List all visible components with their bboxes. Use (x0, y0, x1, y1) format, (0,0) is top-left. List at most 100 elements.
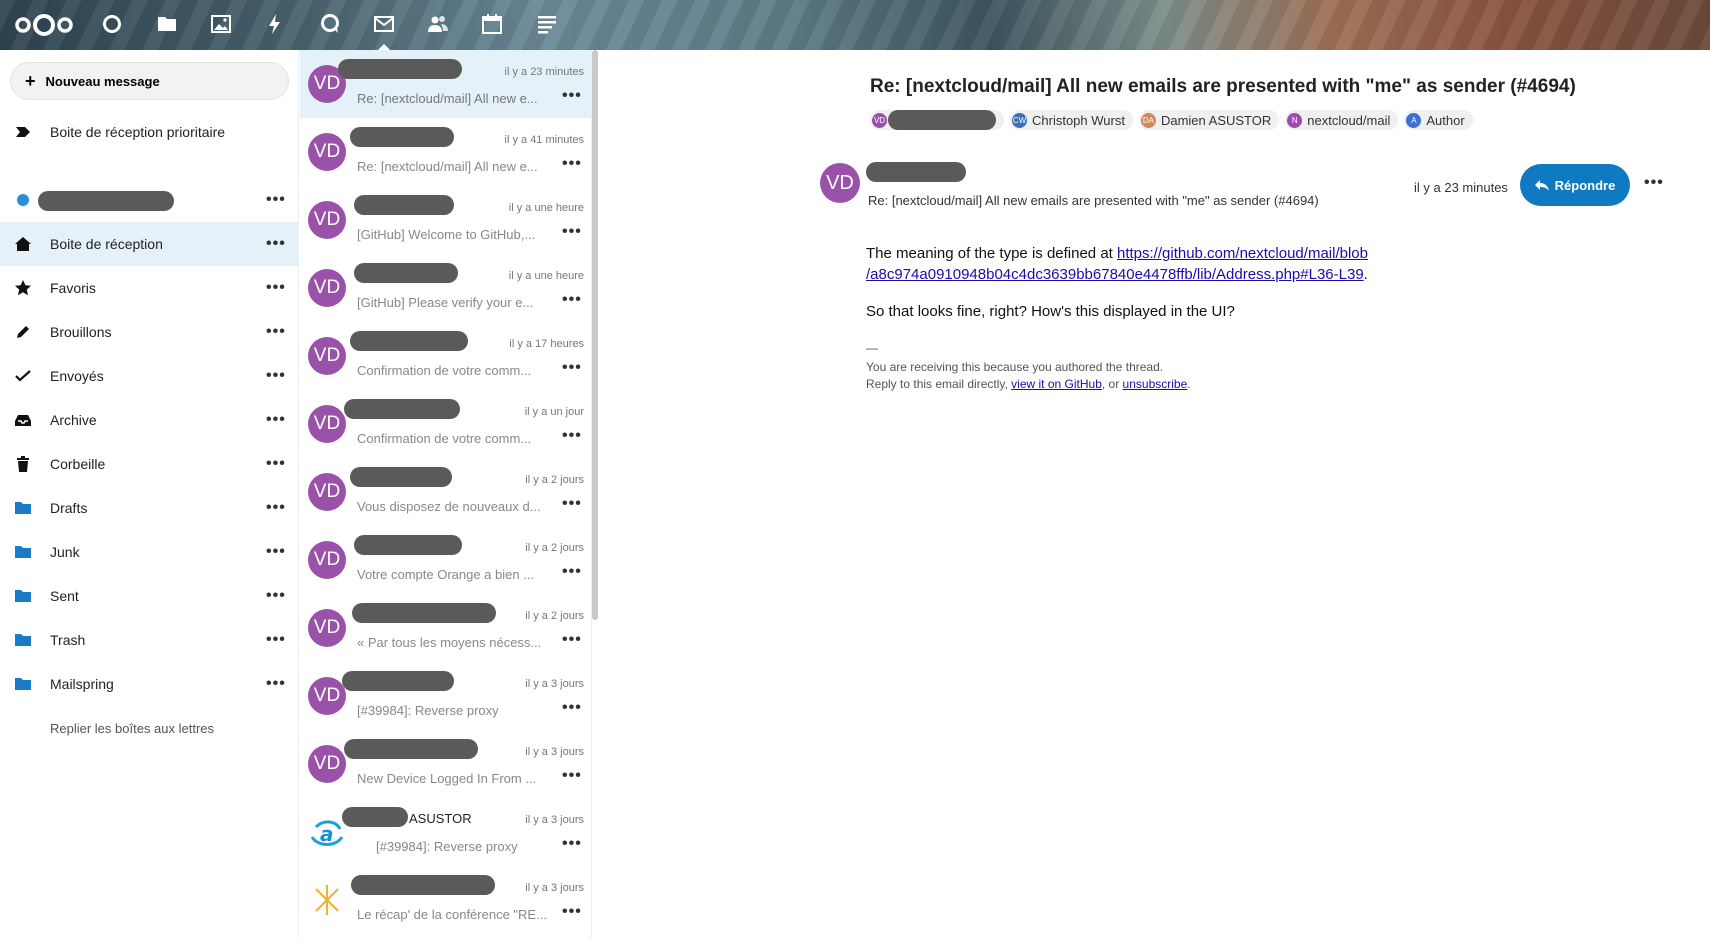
nav-item-trash[interactable]: Trash ••• (0, 618, 299, 662)
unsubscribe-link[interactable]: unsubscribe (1123, 377, 1188, 391)
nav-item-more-button[interactable]: ••• (266, 499, 286, 517)
new-message-button[interactable]: + Nouveau message (10, 62, 289, 100)
message-list-item[interactable]: VD il y a 41 minutes Re: [nextcloud/mail… (300, 118, 591, 186)
nav-item-more-button[interactable]: ••• (266, 367, 286, 385)
reply-button[interactable]: Répondre (1520, 164, 1630, 206)
nav-item-sent[interactable]: Sent ••• (0, 574, 299, 618)
talk-icon[interactable] (318, 12, 342, 36)
participant-chip[interactable]: DA Damien ASUSTOR (1138, 110, 1280, 130)
message-list-item[interactable]: a ASUSTOR il y a 3 jours [#39984]: Rever… (300, 798, 591, 866)
contacts-icon[interactable] (426, 12, 450, 36)
message-time: il y a 41 minutes (504, 134, 584, 146)
account-row[interactable]: ••• (0, 178, 299, 222)
message-time: il y a 3 jours (525, 678, 584, 690)
nav-item-more-button[interactable]: ••• (266, 675, 286, 693)
message-subject: Vous disposez de nouveaux d... (357, 499, 541, 514)
message-more-button[interactable]: ••• (562, 223, 582, 241)
message-more-button[interactable]: ••• (562, 427, 582, 445)
nav-item-priority-inbox[interactable]: Boite de réception prioritaire (0, 110, 299, 154)
message-list-item[interactable]: VD il y a 2 jours « Par tous les moyens … (300, 594, 591, 662)
sender-name-redacted (352, 603, 496, 623)
nav-item-archive[interactable]: Archive ••• (0, 398, 299, 442)
folder-icon (14, 587, 32, 605)
account-more-button[interactable]: ••• (266, 191, 286, 209)
message-more-button[interactable]: ••• (562, 563, 582, 581)
message-time: il y a un jour (524, 406, 584, 418)
notes-icon[interactable] (535, 12, 559, 36)
home-icon (14, 235, 32, 253)
view-on-github-link[interactable]: view it on GitHub (1011, 377, 1102, 391)
message-list-item[interactable]: VD il y a 2 jours Vous disposez de nouve… (300, 458, 591, 526)
nav-item-more-button[interactable]: ••• (266, 411, 286, 429)
message-list-item[interactable]: VD il y a 2 jours Votre compte Orange a … (300, 526, 591, 594)
sender-name-redacted (354, 535, 462, 555)
dashboard-icon[interactable] (100, 12, 124, 36)
footer-line: You are receiving this because you autho… (866, 360, 1164, 374)
message-list-item[interactable]: VD il y a 23 minutes Re: [nextcloud/mail… (300, 50, 591, 118)
message-more-button[interactable]: ••• (562, 87, 582, 105)
signature-dash: — (866, 341, 878, 355)
message-list-scrollbar[interactable] (592, 50, 598, 620)
account-email-redacted (38, 191, 174, 211)
message-list-item[interactable]: VD il y a 3 jours [#39984]: Reverse prox… (300, 662, 591, 730)
nav-item-more-button[interactable]: ••• (266, 235, 286, 253)
message-more-button[interactable]: ••• (562, 767, 582, 785)
nav-item-junk[interactable]: Junk ••• (0, 530, 299, 574)
nav-item-more-button[interactable]: ••• (266, 587, 286, 605)
nav-item-mailspring[interactable]: Mailspring ••• (0, 662, 299, 706)
folder-icon (14, 499, 32, 517)
message-subject: « Par tous les moyens nécess... (357, 635, 542, 650)
activity-icon[interactable] (263, 12, 287, 36)
nav-item-trash-fr[interactable]: Corbeille ••• (0, 442, 299, 486)
message-more-button[interactable]: ••• (562, 699, 582, 717)
message-time: il y a 23 minutes (504, 66, 584, 78)
nav-item-more-button[interactable]: ••• (266, 543, 286, 561)
collapse-mailboxes-button[interactable]: Replier les boîtes aux lettres (0, 706, 299, 750)
message-more-button[interactable]: ••• (562, 291, 582, 309)
message-more-button[interactable]: ••• (562, 903, 582, 921)
participant-chip[interactable]: VD (870, 110, 1004, 130)
message-list-item[interactable]: il y a 3 jours Le récap' de la conférenc… (300, 866, 591, 934)
photos-icon[interactable] (209, 12, 233, 36)
message-list-item[interactable]: VD il y a une heure [GitHub] Please veri… (300, 254, 591, 322)
participant-chip[interactable]: CW Christoph Wurst (1010, 110, 1133, 130)
participant-avatar: N (1287, 112, 1303, 128)
message-more-button[interactable]: ••• (562, 359, 582, 377)
body-paragraph: So that looks fine, right? How's this di… (866, 303, 1235, 320)
message-subject: Le récap' de la conférence "RE... (357, 907, 547, 922)
nav-item-label: Envoyés (50, 368, 104, 384)
sender-name-redacted (350, 467, 452, 487)
nav-item-more-button[interactable]: ••• (266, 455, 286, 473)
message-more-button[interactable]: ••• (562, 631, 582, 649)
mail-icon[interactable] (372, 12, 396, 36)
sender-avatar[interactable]: VD (820, 163, 860, 203)
plus-icon: + (25, 70, 36, 91)
message-more-button[interactable]: ••• (562, 495, 582, 513)
sender-name-redacted (338, 59, 462, 79)
nav-item-more-button[interactable]: ••• (266, 323, 286, 341)
nav-item-label: Trash (50, 632, 86, 648)
thread-view: Re: [nextcloud/mail] All new emails are … (600, 50, 1710, 938)
nav-item-favorites[interactable]: Favoris ••• (0, 266, 299, 310)
message-list-item[interactable]: VD il y a 17 heures Confirmation de votr… (300, 322, 591, 390)
sender-avatar: VD (308, 541, 346, 579)
message-list-item[interactable]: VD il y a une heure [GitHub] Welcome to … (300, 186, 591, 254)
participant-chip[interactable]: N nextcloud/mail (1285, 110, 1399, 130)
envelope-more-button[interactable]: ••• (1644, 174, 1664, 192)
nextcloud-logo[interactable] (14, 12, 74, 38)
nav-item-sent-fr[interactable]: Envoyés ••• (0, 354, 299, 398)
message-more-button[interactable]: ••• (562, 835, 582, 853)
nav-item-more-button[interactable]: ••• (266, 279, 286, 297)
envelope-time: il y a 23 minutes (1414, 180, 1508, 195)
message-time: il y a 3 jours (525, 882, 584, 894)
nav-item-drafts[interactable]: Drafts ••• (0, 486, 299, 530)
message-more-button[interactable]: ••• (562, 155, 582, 173)
calendar-icon[interactable] (480, 12, 504, 36)
nav-item-more-button[interactable]: ••• (266, 631, 286, 649)
message-list-item[interactable]: VD il y a 3 jours New Device Logged In F… (300, 730, 591, 798)
participant-chip[interactable]: A Author (1404, 110, 1473, 130)
nav-item-inbox[interactable]: Boite de réception ••• (0, 222, 299, 266)
nav-item-drafts-fr[interactable]: Brouillons ••• (0, 310, 299, 354)
message-list-item[interactable]: VD il y a un jour Confirmation de votre … (300, 390, 591, 458)
files-icon[interactable] (155, 12, 179, 36)
